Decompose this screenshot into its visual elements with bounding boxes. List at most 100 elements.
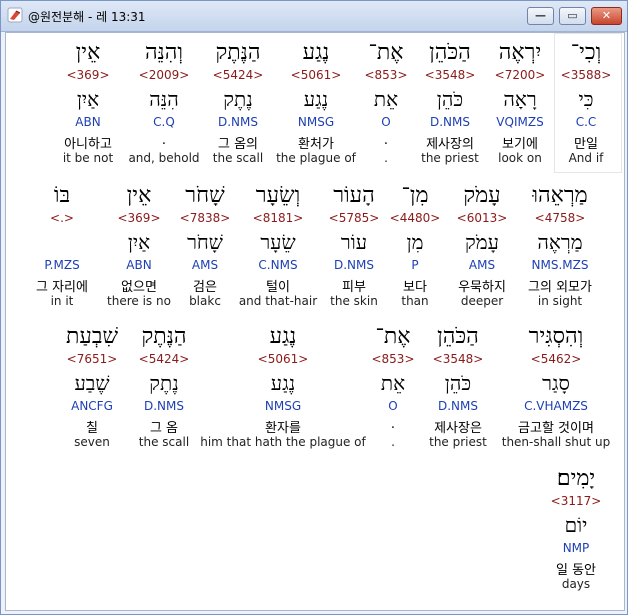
lemma: מַרְאֶה xyxy=(537,230,583,254)
maximize-button[interactable]: ▭ xyxy=(559,7,586,25)
lemma: עוֹר xyxy=(340,230,368,254)
hebrew-word: בּוֹ xyxy=(53,183,71,208)
strong-number: <7651> xyxy=(66,352,118,366)
strong-number: <369> xyxy=(66,68,110,82)
morphology: VQIMZS xyxy=(496,115,544,129)
strong-number: <5785> xyxy=(328,211,380,225)
hebrew-word: שִׁבְעַת xyxy=(65,324,119,349)
english-gloss: and, behold xyxy=(128,151,200,165)
morphology: ANCFG xyxy=(71,399,113,413)
hebrew-word: הָעוֹר xyxy=(333,183,375,208)
close-icon: ✕ xyxy=(601,9,612,22)
korean-gloss: 없으면 xyxy=(121,280,157,295)
lemma: נֶגַע xyxy=(270,371,296,395)
english-gloss: him that hath the plague of xyxy=(200,435,366,449)
maximize-icon: ▭ xyxy=(567,9,578,22)
hebrew-word: מַרְאֵהוּ xyxy=(532,183,588,208)
english-gloss: it be not xyxy=(62,151,114,165)
hebrew-word: יָמִים׃ xyxy=(556,466,596,491)
hebrew-word: וְשֵׂעָר xyxy=(255,183,301,208)
lemma: הִנֵּה xyxy=(149,87,179,111)
hebrew-word: וְהִנֵּה xyxy=(144,40,184,65)
morphology: ABN xyxy=(75,115,101,129)
hebrew-word: אֵין xyxy=(75,40,101,65)
korean-gloss: 금고할 것이며 xyxy=(518,421,594,436)
lemma: אַיִן xyxy=(76,87,100,111)
close-button[interactable]: ✕ xyxy=(591,7,622,25)
strong-number: <5424> xyxy=(212,68,264,82)
lemma: יוֹם xyxy=(564,513,588,537)
title-bar[interactable]: @원전분해 - 레 13:31 — ▭ ✕ xyxy=(1,1,627,32)
strong-number: <853> xyxy=(364,68,408,82)
korean-gloss: 피부 xyxy=(342,280,366,295)
korean-gloss: . xyxy=(161,133,167,148)
korean-gloss: 그의 외모가 xyxy=(528,280,592,295)
english-gloss: the skin xyxy=(330,294,378,308)
morphology: C.NMS xyxy=(258,258,298,272)
korean-gloss: 일 동안 xyxy=(555,563,596,578)
hebrew-word: אֶת־ xyxy=(368,40,404,65)
morphology: NMSG xyxy=(297,115,335,129)
strong-number: <2009> xyxy=(138,68,190,82)
strong-number: <5061> xyxy=(257,352,309,366)
english-gloss: the scall xyxy=(138,435,190,449)
english-gloss: days xyxy=(561,577,591,591)
morphology: NMP xyxy=(562,541,590,555)
morphology: ABN xyxy=(126,258,152,272)
strong-number: <3117> xyxy=(550,494,602,508)
english-gloss: the plague of xyxy=(276,151,356,165)
morphology: D.NMS xyxy=(333,258,374,272)
english-gloss: the scall xyxy=(212,151,264,165)
strong-number: <.> xyxy=(50,211,74,225)
hebrew-word: נֶגַע xyxy=(269,324,297,349)
korean-gloss: 아니하고 xyxy=(64,137,112,152)
lemma: שֶׁבַע xyxy=(74,371,110,395)
strong-number: <7200> xyxy=(494,68,546,82)
korean-gloss: 환자를 xyxy=(265,421,301,436)
morphology: P.MZS xyxy=(44,258,80,272)
morphology: D.NMS xyxy=(217,115,258,129)
english-gloss: then-shall shut up xyxy=(501,435,611,449)
korean-gloss: . xyxy=(383,133,389,148)
korean-gloss: 그 옴 xyxy=(149,421,179,436)
minimize-button[interactable]: — xyxy=(527,7,554,25)
korean-gloss: 보기에 xyxy=(502,137,538,152)
korean-gloss: 그 옴의 xyxy=(217,137,258,152)
english-gloss: look on xyxy=(498,151,542,165)
strong-number: <8181> xyxy=(252,211,304,225)
korean-gloss: 털이 xyxy=(266,280,290,295)
strong-number: <5462> xyxy=(530,352,582,366)
korean-gloss: 환처가 xyxy=(298,137,334,152)
hebrew-word: אֵין xyxy=(126,183,152,208)
strong-number: <4758> xyxy=(534,211,586,225)
korean-gloss: 그 자리에 xyxy=(36,280,88,295)
lemma: נֶתֶק xyxy=(149,371,179,395)
app-icon xyxy=(7,7,23,23)
strong-number: <5424> xyxy=(138,352,190,366)
english-gloss: . xyxy=(384,151,388,165)
morphology: NMS.MZS xyxy=(531,258,589,272)
english-gloss: seven xyxy=(74,435,110,449)
strong-number: <369> xyxy=(117,211,161,225)
minimize-icon: — xyxy=(535,9,546,22)
app-window: @원전분해 - 레 13:31 — ▭ ✕ וְכִי־ <3588> כִּי… xyxy=(0,0,628,615)
lemma: אַיִן xyxy=(127,230,151,254)
hebrew-word: הַנֶּתֶק xyxy=(215,40,261,65)
english-gloss: in sight xyxy=(537,294,583,308)
window-title: @원전분해 - 레 13:31 xyxy=(28,10,146,24)
lemma: סָגַר xyxy=(542,371,570,395)
morphology: C.VHAMZS xyxy=(524,399,588,413)
hebrew-word: יִרְאֶה xyxy=(498,40,542,65)
strong-number: <5061> xyxy=(290,68,342,82)
korean-gloss: 칠 xyxy=(86,421,98,436)
morphology: NMSG xyxy=(264,399,302,413)
hebrew-word: הַנֶּתֶק xyxy=(141,324,187,349)
english-gloss: there is no xyxy=(107,294,171,308)
lemma: רָאָה xyxy=(503,87,537,111)
analysis-pane[interactable]: וְכִי־ <3588> כִּי C.C 만일 And if יִרְאֶה… xyxy=(5,32,625,611)
lemma: שֵׂעָר xyxy=(260,230,296,254)
morphology: C.Q xyxy=(153,115,175,129)
lemma: אֵת xyxy=(373,87,399,111)
hebrew-word: וְהִסְגִּיר xyxy=(528,324,584,349)
lemma: נֶתֶק xyxy=(223,87,253,111)
